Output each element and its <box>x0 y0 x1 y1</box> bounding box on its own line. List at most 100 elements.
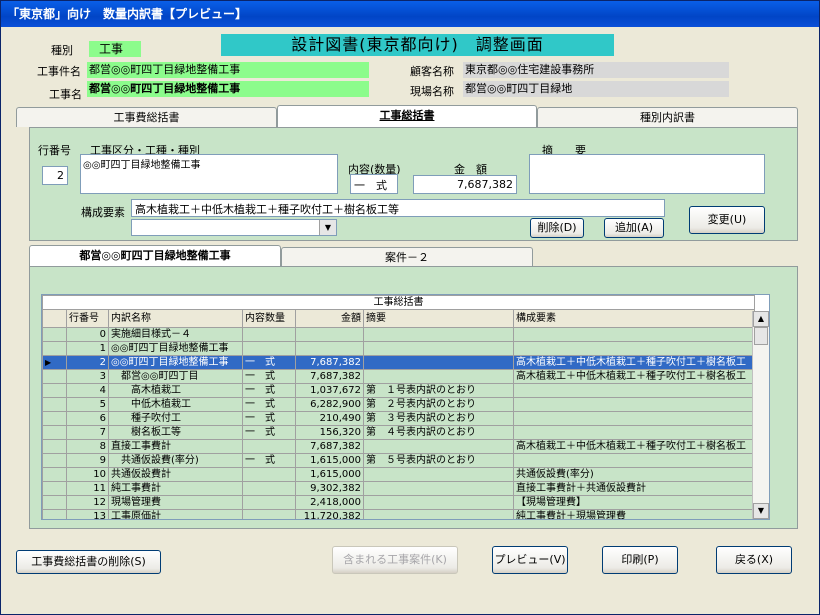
cell-qty[interactable] <box>242 495 296 510</box>
cell-row-no[interactable]: 11 <box>66 481 109 496</box>
cell-row-no[interactable]: 12 <box>66 495 109 510</box>
tab-work-summary[interactable]: 工事総括書 <box>277 105 537 127</box>
row-indicator[interactable] <box>42 411 67 426</box>
cell-note[interactable] <box>363 509 514 519</box>
table-row[interactable]: 0 実施細目様式－４ <box>42 327 756 342</box>
cell-row-no[interactable]: 10 <box>66 467 109 482</box>
content-input[interactable]: 一 式 <box>350 174 398 194</box>
cell-name[interactable]: 共通仮設費計 <box>108 467 243 482</box>
cell-amount[interactable]: 7,687,382 <box>295 439 364 454</box>
cell-row-no[interactable]: 2 <box>66 355 109 370</box>
cell-name[interactable]: 純工事費計 <box>108 481 243 496</box>
cell-amount[interactable]: 11,720,382 <box>295 509 364 519</box>
tab-type-breakdown[interactable]: 種別内訳書 <box>537 107 798 127</box>
summary-input[interactable] <box>529 154 765 194</box>
cell-note[interactable] <box>363 481 514 496</box>
row-no-input[interactable]: 2 <box>42 166 68 185</box>
cell-composition[interactable]: 純工事費計＋現場管理費 <box>512 509 756 519</box>
tab-cost-summary[interactable]: 工事費総括書 <box>16 107 277 127</box>
delete-summary-button[interactable]: 工事費総括書の削除(S) <box>16 550 161 574</box>
cell-row-no[interactable]: 5 <box>66 397 109 412</box>
cell-note[interactable]: 第 １号表内訳のとおり <box>363 383 514 398</box>
row-indicator[interactable] <box>42 439 67 454</box>
cell-note[interactable] <box>363 341 514 356</box>
cell-row-no[interactable]: 13 <box>66 509 109 519</box>
print-button[interactable]: 印刷(P) <box>602 546 678 574</box>
row-indicator[interactable] <box>42 495 67 510</box>
subtab-project-2[interactable]: 案件－２ <box>281 247 533 267</box>
cell-note[interactable]: 第 ４号表内訳のとおり <box>363 425 514 440</box>
cell-name[interactable]: 共通仮設費(率分) <box>108 453 243 468</box>
col-composition[interactable]: 構成要素 <box>512 309 756 328</box>
cell-composition[interactable] <box>512 383 756 398</box>
cell-name[interactable]: 種子吹付工 <box>108 411 243 426</box>
scroll-thumb[interactable] <box>754 327 768 345</box>
cell-composition[interactable] <box>512 425 756 440</box>
cell-qty[interactable] <box>242 467 296 482</box>
cell-row-no[interactable]: 6 <box>66 411 109 426</box>
cell-composition[interactable]: 共通仮設費(率分) <box>512 467 756 482</box>
cell-composition[interactable] <box>512 411 756 426</box>
col-note[interactable]: 摘要 <box>363 309 514 328</box>
cell-qty[interactable] <box>242 341 296 356</box>
cell-note[interactable]: 第 ３号表内訳のとおり <box>363 411 514 426</box>
cell-composition[interactable] <box>512 397 756 412</box>
cell-amount[interactable]: 6,282,900 <box>295 397 364 412</box>
table-row[interactable]: 3 都営◎◎町四丁目一 式 7,687,382 高木植栽工＋中低木植栽工＋種子吹付工… <box>42 369 756 384</box>
row-indicator[interactable] <box>42 397 67 412</box>
table-row[interactable]: 12 現場管理費 2,418,000 【現場管理費】 <box>42 495 756 510</box>
cell-row-no[interactable]: 8 <box>66 439 109 454</box>
cell-amount[interactable]: 1,615,000 <box>295 453 364 468</box>
cell-amount[interactable]: 9,302,382 <box>295 481 364 496</box>
cell-note[interactable] <box>363 327 514 342</box>
change-button[interactable]: 変更(U) <box>689 206 765 234</box>
cell-name[interactable]: 直接工事費計 <box>108 439 243 454</box>
col-amount[interactable]: 金額 <box>295 309 364 328</box>
cell-row-no[interactable]: 3 <box>66 369 109 384</box>
col-name[interactable]: 内訳名称 <box>108 309 243 328</box>
cell-note[interactable] <box>363 355 514 370</box>
cell-composition[interactable]: 【現場管理費】 <box>512 495 756 510</box>
cell-qty[interactable]: 一 式 <box>242 369 296 384</box>
cell-row-no[interactable]: 4 <box>66 383 109 398</box>
cell-qty[interactable] <box>242 509 296 519</box>
cell-qty[interactable]: 一 式 <box>242 425 296 440</box>
row-indicator[interactable] <box>42 481 67 496</box>
table-row[interactable]: 6 種子吹付工一 式 210,490 第 ３号表内訳のとおり <box>42 411 756 426</box>
table-row[interactable]: ▶ 2 ◎◎町四丁目緑地整備工事一 式 7,687,382 高木植栽工＋中低木植栽工＋種… <box>42 355 756 370</box>
cell-amount[interactable] <box>295 327 364 342</box>
cell-name[interactable]: 樹名板工等 <box>108 425 243 440</box>
cell-row-no[interactable]: 9 <box>66 453 109 468</box>
composition-input[interactable]: 高木植栽工＋中低木植栽工＋種子吹付工＋樹名板工等 <box>131 199 665 217</box>
scroll-down-icon[interactable]: ▼ <box>753 503 769 519</box>
cell-amount[interactable] <box>295 341 364 356</box>
scroll-up-icon[interactable]: ▲ <box>753 311 769 327</box>
cell-name[interactable]: 高木植栽工 <box>108 383 243 398</box>
chevron-down-icon[interactable]: ▼ <box>319 220 336 235</box>
cell-qty[interactable]: 一 式 <box>242 411 296 426</box>
row-indicator[interactable] <box>42 425 67 440</box>
row-indicator[interactable]: ▶ <box>42 355 67 370</box>
row-indicator[interactable] <box>42 509 67 519</box>
cell-amount[interactable]: 7,687,382 <box>295 369 364 384</box>
included-projects-button[interactable]: 含まれる工事案件(K) <box>332 546 458 574</box>
table-row[interactable]: 13 工事原価計 11,720,382 純工事費計＋現場管理費 <box>42 509 756 519</box>
cell-name[interactable]: 工事原価計 <box>108 509 243 519</box>
composition-dropdown[interactable]: ▼ <box>131 219 337 236</box>
row-indicator[interactable] <box>42 327 67 342</box>
add-button[interactable]: 追加(A) <box>604 218 664 238</box>
cell-qty[interactable] <box>242 327 296 342</box>
table-row[interactable]: 11 純工事費計 9,302,382 直接工事費計＋共通仮設費計 <box>42 481 756 496</box>
cell-amount[interactable]: 1,037,672 <box>295 383 364 398</box>
cell-composition[interactable]: 高木植栽工＋中低木植栽工＋種子吹付工＋樹名板工 <box>512 355 756 370</box>
table-row[interactable]: 1 ◎◎町四丁目緑地整備工事 <box>42 341 756 356</box>
row-indicator[interactable] <box>42 341 67 356</box>
cell-row-no[interactable]: 1 <box>66 341 109 356</box>
cell-composition[interactable]: 直接工事費計＋共通仮設費計 <box>512 481 756 496</box>
row-indicator[interactable] <box>42 383 67 398</box>
table-row[interactable]: 8 直接工事費計 7,687,382 高木植栽工＋中低木植栽工＋種子吹付工＋樹名板工 <box>42 439 756 454</box>
cell-note[interactable] <box>363 369 514 384</box>
cell-name[interactable]: 中低木植栽工 <box>108 397 243 412</box>
delete-button[interactable]: 削除(D) <box>530 218 584 238</box>
cell-amount[interactable]: 2,418,000 <box>295 495 364 510</box>
